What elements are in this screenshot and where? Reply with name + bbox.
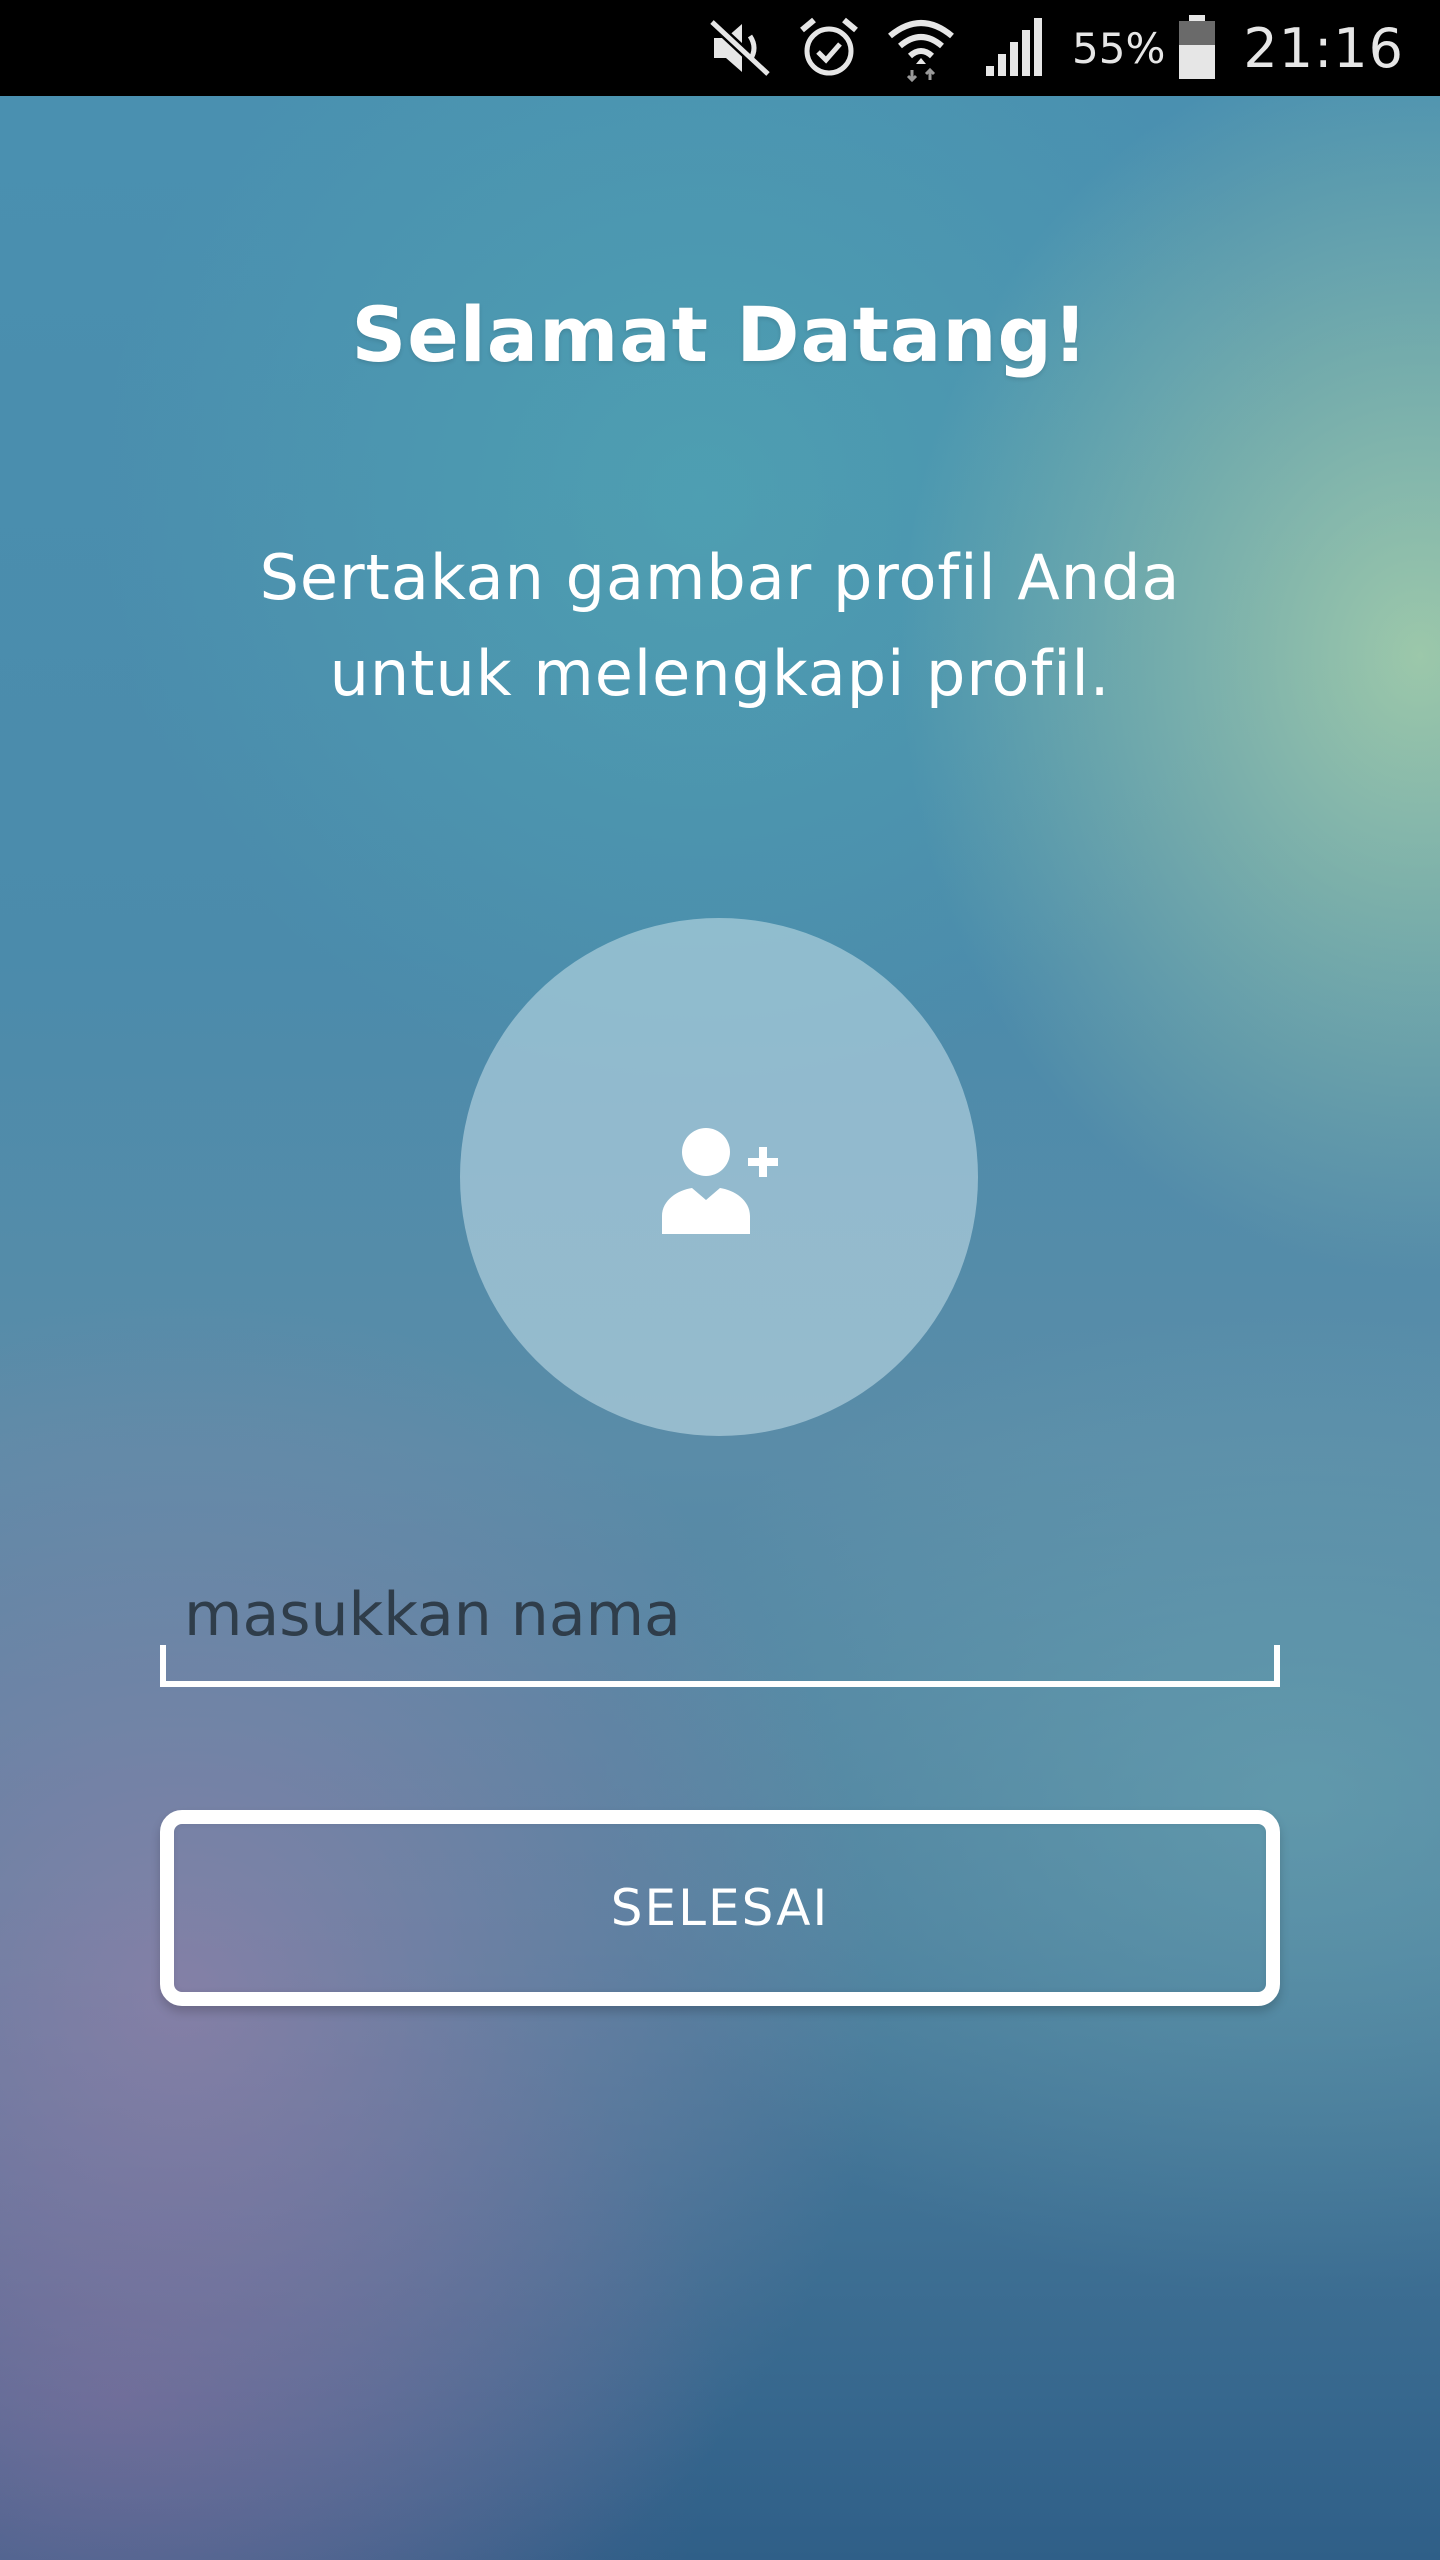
done-button[interactable]: SELESAI bbox=[160, 1810, 1280, 2006]
profile-picture-picker[interactable] bbox=[460, 918, 978, 1436]
wifi-icon bbox=[886, 14, 956, 82]
mute-icon bbox=[708, 18, 772, 78]
add-user-icon bbox=[662, 1128, 778, 1234]
input-underline bbox=[160, 1645, 1280, 1687]
alarm-icon bbox=[798, 16, 860, 80]
battery-icon bbox=[1177, 15, 1217, 81]
done-button-label: SELESAI bbox=[610, 1879, 830, 1937]
clock: 21:16 bbox=[1243, 16, 1404, 80]
app-screen: 55% 21:16 Selamat Datang! Sertakan gamba… bbox=[0, 0, 1440, 2560]
name-field[interactable] bbox=[160, 1540, 1280, 1690]
welcome-title: Selamat Datang! bbox=[351, 290, 1089, 379]
signal-icon bbox=[982, 16, 1046, 80]
welcome-subtitle: Sertakan gambar profil Anda untuk meleng… bbox=[259, 541, 1181, 710]
status-bar: 55% 21:16 bbox=[0, 0, 1440, 96]
battery-percentage: 55% bbox=[1072, 23, 1166, 73]
status-icons: 55% 21:16 bbox=[708, 0, 1404, 96]
